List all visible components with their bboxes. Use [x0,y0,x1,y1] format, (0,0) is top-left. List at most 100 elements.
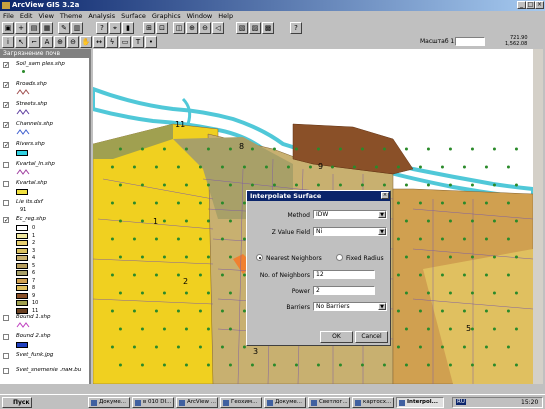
query-icon[interactable]: ? [96,22,108,34]
task-button[interactable]: Светлог... [308,397,350,408]
start-button[interactable]: Пуск [2,397,32,408]
layer-checkbox[interactable]: ✓ [3,102,9,109]
help-icon[interactable]: ? [290,22,302,34]
hotlink-icon[interactable]: ϟ [106,36,118,48]
language-indicator[interactable]: RU [456,399,466,405]
layer-checkbox[interactable]: ✓ [3,142,9,149]
clear-all-icon[interactable]: ▩ [262,22,274,34]
task-button[interactable]: в 010 DI... [132,397,174,408]
menu-analysis[interactable]: Analysis [85,11,118,21]
chart-icon[interactable]: ▮ [122,22,134,34]
clear-selection-icon[interactable]: ▨ [249,22,261,34]
chevron-down-icon[interactable]: ▼ [378,303,386,310]
zoom-in-tool-icon[interactable]: ⊕ [54,36,66,48]
layer-svet-snemenie[interactable]: Svet_snemenie .пам.bu [0,367,89,381]
zoom-selected-icon[interactable]: ◫ [173,22,185,34]
theme-props-icon[interactable]: ▤ [28,22,40,34]
zoom-out-tool-icon[interactable]: ⊖ [67,36,79,48]
neighbors-input[interactable]: 12 [313,270,375,279]
layer-roads[interactable]: ✓ Rroads.shp [0,81,89,99]
layer-checkbox[interactable]: ✓ [3,62,9,69]
sample-point [220,165,224,169]
layer-checkbox[interactable]: ✓ [3,217,9,224]
power-input[interactable]: 2 [313,286,375,295]
save-icon[interactable]: ▣ [2,22,14,34]
layer-checkbox[interactable] [3,200,9,206]
scale-input[interactable] [455,37,485,46]
text-icon[interactable]: T [132,36,144,48]
menu-edit[interactable]: Edit [17,11,36,21]
layer-kvartal-ln[interactable]: Kvartal_ln.shp [0,161,89,179]
task-button[interactable]: Геохим... [220,397,262,408]
area-of-interest-icon[interactable]: ▭ [119,36,131,48]
layer-checkbox[interactable] [3,315,9,321]
minimize-button[interactable]: _ [517,1,526,9]
sample-point [404,183,408,187]
menu-view[interactable]: View [35,11,56,21]
task-button-active[interactable]: Interpol... [396,397,444,408]
neighbors-label: No. of Neighbors [259,272,310,279]
menu-window[interactable]: Window [184,11,216,21]
locate-icon[interactable]: ⌖ [109,22,121,34]
layer-checkbox[interactable]: ✓ [3,82,9,89]
layer-kvartal[interactable]: Kvartal.shp [0,180,89,198]
sample-point [470,219,474,223]
vertex-edit-icon[interactable]: ⌐ [28,36,40,48]
dialog-close-button[interactable]: × [381,192,389,199]
menu-help[interactable]: Help [215,11,236,21]
layer-checkbox[interactable]: ✓ [3,122,9,129]
layer-bound2[interactable]: Bound 2.shp [0,333,89,351]
edit-icon[interactable]: ✎ [58,22,70,34]
layer-lie-its[interactable]: Lie its.dxf 91 [0,199,89,215]
table-icon[interactable]: ▥ [71,22,83,34]
draw-point-icon[interactable]: • [145,36,157,48]
pan-icon[interactable]: ✋ [80,36,92,48]
layer-checkbox[interactable] [3,162,9,168]
menu-file[interactable]: File [0,11,17,21]
zvalue-dropdown[interactable]: Ni ▼ [313,227,387,236]
vertical-scrollbar[interactable] [533,49,543,384]
layer-channels[interactable]: ✓ Channels.shp [0,121,89,139]
select-by-theme-icon[interactable]: ▧ [236,22,248,34]
menu-theme[interactable]: Theme [57,11,85,21]
menu-surface[interactable]: Surface [118,11,149,21]
layer-bound1[interactable]: Bound 1.shp [0,314,89,332]
legend-editor-icon[interactable]: ▦ [41,22,53,34]
sample-point [198,201,202,205]
zoom-in-icon[interactable]: ⊕ [186,22,198,34]
layer-rivers[interactable]: ✓ Rivers.shp [0,141,89,159]
layer-svet-funk[interactable]: Svet_funk.jpg [0,352,89,366]
layer-checkbox[interactable] [3,334,9,340]
nearest-neighbors-radio[interactable] [256,254,263,261]
method-dropdown[interactable]: IDW ▼ [313,210,387,219]
fixed-radius-radio[interactable] [336,254,343,261]
layer-ec-reg[interactable]: ✓ Ec_reg.shp 0 1 2 3 4 5 6 7 8 9 10 11 [0,216,89,314]
zoom-previous-icon[interactable]: ◁ [212,22,224,34]
layer-checkbox[interactable] [3,368,9,374]
cancel-button[interactable]: Cancel [355,331,388,343]
layer-checkbox[interactable] [3,181,9,187]
measure-icon[interactable]: ↔ [93,36,105,48]
label-icon[interactable]: A [41,36,53,48]
task-button[interactable]: Докуме... [264,397,306,408]
task-button[interactable]: ArcView ... [176,397,218,408]
zoom-out-icon[interactable]: ⊖ [199,22,211,34]
task-button[interactable]: Докуме... [88,397,130,408]
ok-button[interactable]: OK [320,331,353,343]
layer-streets[interactable]: ✓ Streets.shp [0,101,89,119]
info-icon[interactable]: i [2,36,14,48]
chevron-down-icon[interactable]: ▼ [378,228,386,235]
layer-checkbox[interactable] [3,353,9,359]
chevron-down-icon[interactable]: ▼ [378,211,386,218]
task-button[interactable]: картосх... [352,397,394,408]
menu-graphics[interactable]: Graphics [149,11,184,21]
close-button[interactable]: × [535,1,544,9]
maximize-button[interactable]: □ [526,1,535,9]
zoom-full-icon[interactable]: ⊞ [143,22,155,34]
pointer-icon[interactable]: ↖ [15,36,27,48]
layer-soil-samples[interactable]: ✓ Soil_sam ples.shp [0,61,89,79]
zoom-active-icon[interactable]: ⊡ [156,22,168,34]
legend-label: 4 [32,255,36,261]
barriers-dropdown[interactable]: No Barriers ▼ [313,302,387,311]
add-theme-icon[interactable]: + [15,22,27,34]
